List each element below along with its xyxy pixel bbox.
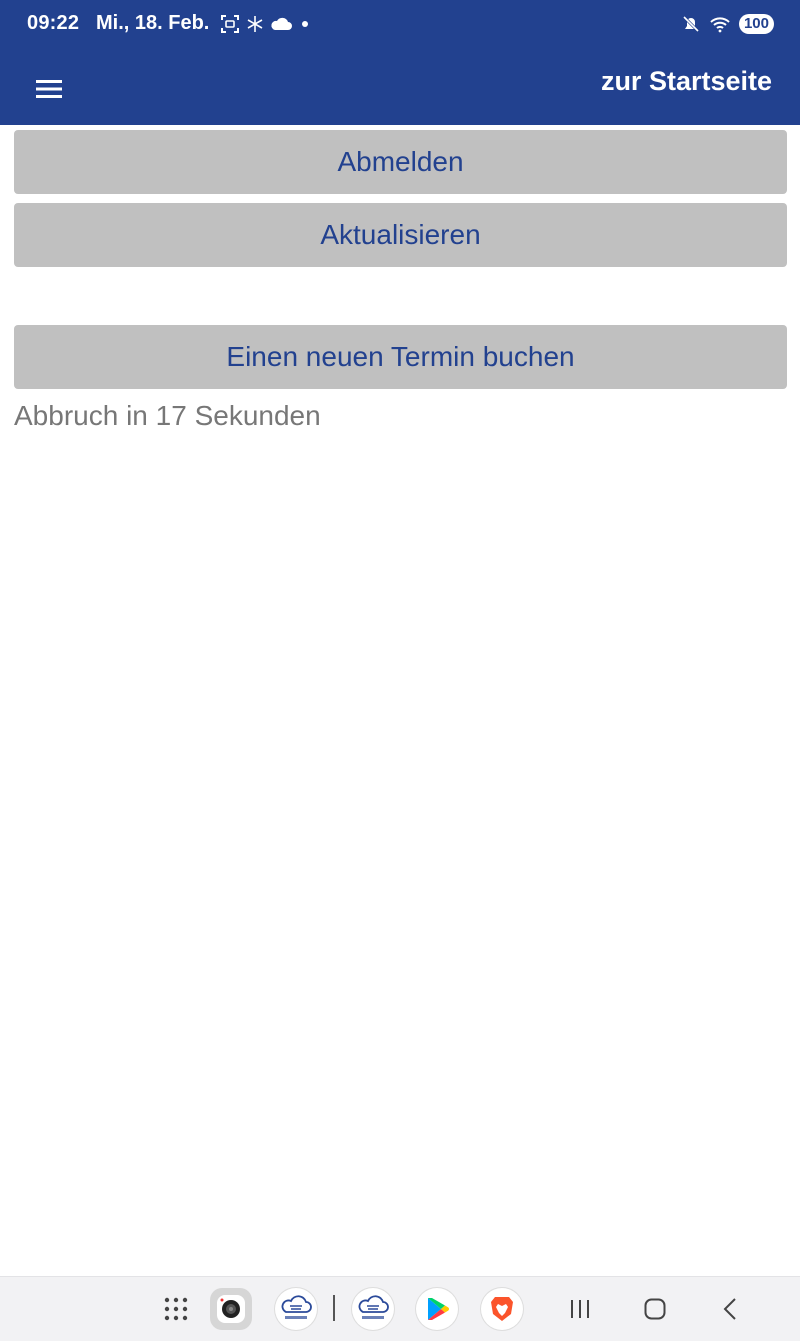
recents-button[interactable] xyxy=(559,1288,601,1330)
status-icons-right: 100 xyxy=(681,12,774,36)
brave-browser-button[interactable] xyxy=(481,1288,523,1330)
dot-icon xyxy=(302,21,308,27)
navbar-divider xyxy=(333,1295,335,1321)
screenshot-icon xyxy=(221,15,239,33)
chip-cloud-app-icon xyxy=(281,1295,312,1319)
play-store-button[interactable] xyxy=(416,1288,458,1330)
home-link[interactable]: zur Startseite xyxy=(601,66,772,97)
menu-button[interactable] xyxy=(30,70,68,108)
brave-browser-icon xyxy=(491,1297,513,1321)
back-button[interactable] xyxy=(709,1288,751,1330)
app-drawer-icon xyxy=(164,1297,188,1321)
play-store-icon xyxy=(428,1298,450,1320)
navigation-bar xyxy=(0,1276,800,1341)
status-icons-left xyxy=(220,12,312,36)
recents-icon xyxy=(571,1300,589,1318)
cloud-icon xyxy=(271,17,292,30)
wifi-icon xyxy=(710,17,730,33)
camera-app-button[interactable] xyxy=(210,1288,252,1330)
home-icon xyxy=(644,1298,666,1320)
chip-cloud-app-button[interactable] xyxy=(275,1288,317,1330)
home-button[interactable] xyxy=(634,1288,676,1330)
snowflake-icon xyxy=(247,16,263,32)
mute-icon xyxy=(682,15,700,33)
chip-cloud-app-icon xyxy=(358,1295,389,1319)
status-date: Mi., 18. Feb. xyxy=(96,12,210,34)
app-bar: zur Startseite xyxy=(0,50,800,125)
countdown-text: Abbruch in 17 Sekunden xyxy=(14,400,321,431)
hamburger-menu-icon xyxy=(36,80,62,98)
camera-app-icon xyxy=(217,1295,245,1323)
battery-level: 100 xyxy=(738,14,774,34)
back-icon xyxy=(723,1298,736,1320)
refresh-button[interactable]: Aktualisieren xyxy=(14,203,787,267)
book-appointment-button[interactable]: Einen neuen Termin buchen xyxy=(14,325,787,389)
chip-cloud-app-button-2[interactable] xyxy=(352,1288,394,1330)
logout-button[interactable]: Abmelden xyxy=(14,130,787,194)
status-bar: 09:22 Mi., 18. Feb. 100 xyxy=(0,0,800,50)
status-time: 09:22 xyxy=(27,12,80,34)
app-drawer-button[interactable] xyxy=(155,1288,197,1330)
